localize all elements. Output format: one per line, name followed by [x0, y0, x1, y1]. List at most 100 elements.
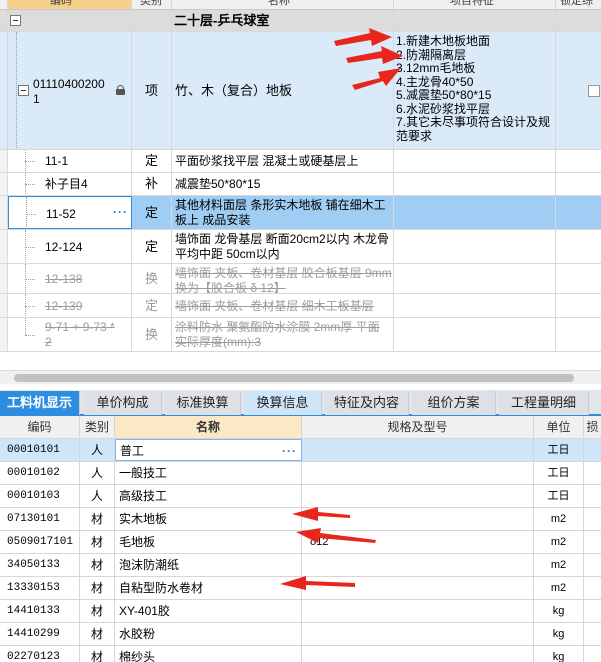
material-code: 34050133 [0, 554, 80, 576]
header-name[interactable]: 名称 [172, 0, 394, 9]
material-spec [302, 623, 534, 645]
material-unit: m2 [534, 577, 584, 599]
collapse-box-icon[interactable] [18, 85, 29, 96]
material-type: 人 [80, 485, 115, 507]
material-row[interactable]: 00010103 人高级技工 工日 [0, 485, 601, 508]
material-row[interactable]: 14410133 材 XY-401胶 kg [0, 600, 601, 623]
ellipsis-icon[interactable]: ··· [113, 205, 128, 219]
sub-item-row[interactable]: 9-71 + 9-73 * 2 换 涂料防水 聚氨酯防水涂膜 2mm厚 平面 实际厚度(… [0, 318, 601, 352]
tab-2[interactable]: 标准换算 [165, 391, 241, 415]
group-row[interactable]: 二十层-乒乓球室 [0, 10, 601, 32]
scrollbar-thumb[interactable] [14, 374, 574, 382]
group-title: 二十层-乒乓球室 [174, 13, 270, 28]
material-name[interactable]: 毛地板 [115, 531, 302, 553]
feature-line: 6.水泥砂浆找平层 [396, 101, 491, 116]
header-feature[interactable]: 项目特征 [394, 0, 556, 9]
material-name[interactable]: 普工 ··· [115, 439, 302, 461]
material-unit: 工日 [534, 462, 584, 484]
sub-item-row[interactable]: 12-138 换 墙饰面 夹板、卷材基层 胶合板基层 9mm 换为【胶合板 δ 12】 [0, 264, 601, 294]
col-code[interactable]: 编码 [0, 416, 80, 438]
material-name[interactable]: 泡沫防潮纸 [115, 554, 302, 576]
material-unit: 工日 [534, 485, 584, 507]
material-name[interactable]: 自粘型防水卷材 [115, 577, 302, 599]
col-loss[interactable]: 损 [584, 416, 601, 438]
material-name[interactable]: XY-401胶 [115, 600, 302, 622]
material-spec: δ12 [302, 531, 534, 553]
sub-item-name: 平均中距 50cm以内 [175, 247, 280, 261]
tab-5[interactable]: 组价方案 [412, 391, 496, 415]
sub-item-row[interactable]: 11-52 ··· 定 其他材料面层 条形实木地板 铺在细木工 板上 成品安装 [0, 196, 601, 230]
col-type[interactable]: 类别 [80, 416, 115, 438]
ellipsis-icon[interactable]: ··· [282, 440, 297, 460]
horizontal-scrollbar[interactable] [0, 370, 601, 384]
sub-item-type: 补 [145, 176, 159, 191]
material-unit: kg [534, 623, 584, 645]
sub-item-type: 换 [145, 271, 159, 286]
material-name[interactable]: 棉纱头 [115, 646, 302, 662]
collapse-box-icon[interactable] [10, 15, 21, 26]
material-type: 材 [80, 508, 115, 530]
material-spec [302, 485, 534, 507]
sub-item-row[interactable]: 11-1 定 平面砂浆找平层 混凝土或硬基层上 20mm [0, 150, 601, 173]
material-code: 13330153 [0, 577, 80, 599]
material-spec [302, 646, 534, 662]
tab-0[interactable]: 工料机显示 [0, 391, 80, 415]
sub-item-code: 补子目4 [45, 177, 88, 191]
sub-item-code: 11-52 [46, 207, 76, 221]
material-type: 材 [80, 623, 115, 645]
material-type: 材 [80, 531, 115, 553]
material-name[interactable]: 水胶粉 [115, 623, 302, 645]
material-row[interactable]: 0509017101 材毛地板 δ12 m2 [0, 531, 601, 554]
sub-item-type: 定 [145, 205, 159, 220]
sub-item-code: 12-139 [45, 299, 83, 313]
material-row[interactable]: 00010101 人普工 ··· 工日 [0, 439, 601, 462]
checkbox-icon[interactable] [588, 85, 600, 97]
material-code: 14410299 [0, 623, 80, 645]
sub-item-name: 墙饰面 夹板、卷材基层 细木工板基层 [175, 299, 374, 313]
sub-item-code: 12-124 [45, 240, 83, 254]
sub-item-type: 定 [145, 239, 159, 254]
material-type: 材 [80, 600, 115, 622]
feature-line: 1.新建木地板地面 [396, 34, 491, 48]
col-unit[interactable]: 单位 [534, 416, 584, 438]
material-row[interactable]: 34050133 材泡沫防潮纸 m2 [0, 554, 601, 577]
tab-1[interactable]: 单价构成 [84, 391, 162, 415]
material-name[interactable]: 一般技工 [115, 462, 302, 484]
sub-item-row[interactable]: 12-139 定 墙饰面 夹板、卷材基层 细木工板基层 [0, 294, 601, 318]
header-extra[interactable]: 锁定综合 [556, 0, 601, 9]
material-name[interactable]: 高级技工 [115, 485, 302, 507]
material-spec [302, 439, 534, 461]
material-spec [302, 600, 534, 622]
col-spec[interactable]: 规格及型号 [302, 416, 534, 438]
header-type[interactable]: 类别 [132, 0, 172, 9]
header-code[interactable]: 编码 [8, 0, 132, 9]
tab-4[interactable]: 特征及内容 [325, 391, 409, 415]
tab-6[interactable]: 工程量明细 [499, 391, 589, 415]
sub-item-row[interactable]: 12-124 定 墙饰面 龙骨基层 断面20cm2以内 木龙骨 平均中距 50cm以内 [0, 230, 601, 264]
sub-item-code: 11-1 [45, 154, 69, 168]
material-unit: kg [534, 646, 584, 662]
material-code: 00010102 [0, 462, 80, 484]
col-name[interactable]: 名称 [115, 416, 302, 438]
material-unit: m2 [534, 554, 584, 576]
material-type: 材 [80, 554, 115, 576]
sub-item-type: 换 [145, 327, 159, 342]
material-row[interactable]: 14410299 材水胶粉 kg [0, 623, 601, 646]
material-row[interactable]: 00010102 人一般技工 工日 [0, 462, 601, 485]
material-row[interactable]: 07130101 材实木地板 m2 [0, 508, 601, 531]
item-features[interactable]: 1.新建木地板地面 2.防潮隔离层 3.12mm毛地板 4.主龙骨40*50 5.减震垫… [394, 32, 556, 149]
material-row[interactable]: 13330153 材自粘型防水卷材 m2 [0, 577, 601, 600]
material-type: 材 [80, 646, 115, 662]
material-code: 00010101 [0, 439, 80, 461]
material-name[interactable]: 实木地板 [115, 508, 302, 530]
sub-item-row[interactable]: 补子目4 补 减震垫50*80*15 [0, 173, 601, 196]
materials-header: 编码 类别 名称 规格及型号 单位 损 [0, 416, 601, 439]
item-code-suffix: 1 [33, 92, 40, 106]
feature-line: 2.防潮隔离层 [396, 47, 467, 62]
sub-item-name: 涂料防水 聚氨酯防水涂膜 2mm厚 平面 [175, 320, 380, 334]
material-unit: 工日 [534, 439, 584, 461]
tab-3[interactable]: 换算信息 [244, 391, 322, 415]
material-row[interactable]: 02270123 材棉纱头 kg [0, 646, 601, 662]
sub-item-name: 墙饰面 夹板、卷材基层 胶合板基层 9mm [175, 266, 392, 280]
bill-item-row[interactable]: 01110400200 1 项 竹、木（复合）地板 1.新建木地板地面 2.防潮隔… [0, 32, 601, 150]
